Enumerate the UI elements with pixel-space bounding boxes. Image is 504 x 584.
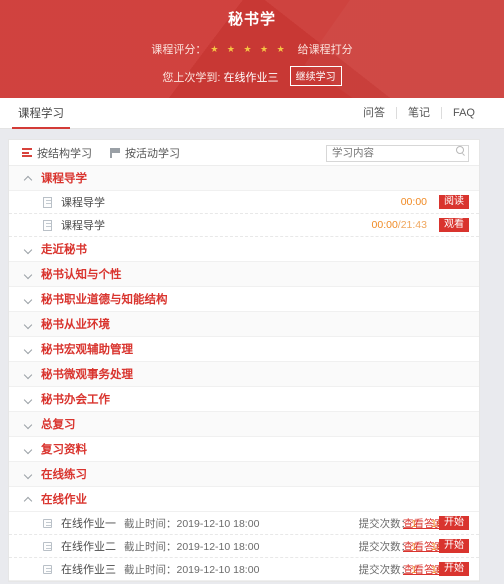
chevron-down-icon bbox=[25, 296, 32, 303]
chapter-title: 复习资料 bbox=[41, 444, 87, 456]
chapter-header-2[interactable]: 走近秘书 bbox=[9, 237, 479, 262]
chevron-down-icon bbox=[25, 396, 32, 403]
chevron-up-icon bbox=[25, 496, 32, 503]
view-by-activity-button[interactable]: 按活动学习 bbox=[110, 145, 180, 161]
homework-deadline: 截止时间：2019-12-10 18:00 bbox=[124, 563, 260, 576]
document-icon bbox=[43, 196, 52, 208]
flag-icon bbox=[110, 147, 120, 158]
item-time: 00:00/21:43 bbox=[371, 219, 427, 231]
tab-qa[interactable]: 问答 bbox=[352, 107, 396, 119]
chapter-header-8[interactable]: 秘书办会工作 bbox=[9, 387, 479, 412]
chevron-down-icon bbox=[25, 421, 32, 428]
chapter-header-9[interactable]: 总复习 bbox=[9, 412, 479, 437]
homework-name: 在线作业一 bbox=[61, 518, 116, 530]
rating-label: 课程评分： bbox=[151, 44, 207, 56]
page-body: 按结构学习 按活动学习 课程导学 课程导学 00:00 阅读 课程导学 bbox=[0, 129, 504, 584]
chevron-down-icon bbox=[25, 371, 32, 378]
chapter-header-7[interactable]: 秘书微观事务处理 bbox=[9, 362, 479, 387]
table-row[interactable]: 在线作业一 截止时间：2019-12-10 18:00 提交次数：1 100分 … bbox=[9, 512, 479, 535]
chevron-down-icon bbox=[25, 346, 32, 353]
rating-stars: ★ ★ ★ ★ ★ bbox=[210, 44, 288, 54]
chevron-down-icon bbox=[25, 471, 32, 478]
list-item[interactable]: 课程导学 00:00/21:43 观看 bbox=[9, 214, 479, 237]
homework-name: 在线作业三 bbox=[61, 564, 116, 576]
chapter-title: 秘书认知与个性 bbox=[41, 269, 122, 281]
course-title: 秘书学 bbox=[227, 11, 276, 28]
chapter-title: 走近秘书 bbox=[41, 244, 87, 256]
chapter-header-3[interactable]: 秘书认知与个性 bbox=[9, 262, 479, 287]
chapter-title: 课程导学 bbox=[41, 173, 87, 185]
tab-notes[interactable]: 笔记 bbox=[395, 107, 441, 119]
last-position-label: 您上次学到: bbox=[162, 72, 221, 84]
chapter-header-5[interactable]: 秘书从业环境 bbox=[9, 312, 479, 337]
view-by-structure-label: 按结构学习 bbox=[37, 147, 92, 160]
view-by-structure-button[interactable]: 按结构学习 bbox=[22, 145, 92, 161]
search-icon[interactable] bbox=[456, 146, 464, 155]
video-icon bbox=[43, 219, 52, 231]
search-input[interactable] bbox=[326, 144, 469, 162]
rating-row: 课程评分： ★ ★ ★ ★ ★ 给课程打分 bbox=[0, 41, 504, 57]
chapter-title: 秘书微观事务处理 bbox=[41, 369, 133, 381]
tab-bar: 课程学习 问答 笔记 FAQ bbox=[0, 98, 504, 129]
rate-course-link[interactable]: 给课程打分 bbox=[298, 44, 353, 56]
item-name: 课程导学 bbox=[61, 197, 105, 209]
start-button[interactable]: 开始 bbox=[439, 562, 469, 576]
search-container bbox=[326, 143, 469, 162]
tab-spacer bbox=[70, 98, 352, 128]
course-outline-panel: 按结构学习 按活动学习 课程导学 课程导学 00:00 阅读 课程导学 bbox=[8, 139, 480, 582]
read-button[interactable]: 阅读 bbox=[439, 195, 469, 209]
chapter-header-online-homework[interactable]: 在线作业 bbox=[9, 487, 479, 512]
watch-button[interactable]: 观看 bbox=[439, 218, 469, 232]
item-name: 课程导学 bbox=[61, 220, 105, 232]
table-row[interactable]: 在线作业三 截止时间：2019-12-10 18:00 提交次数：1 100分 … bbox=[9, 558, 479, 581]
continue-study-button[interactable]: 继续学习 bbox=[289, 66, 342, 86]
view-by-activity-label: 按活动学习 bbox=[125, 147, 180, 160]
homework-name: 在线作业二 bbox=[61, 541, 116, 553]
chapter-header-6[interactable]: 秘书宏观辅助管理 bbox=[9, 337, 479, 362]
homework-icon bbox=[43, 564, 52, 574]
homework-deadline: 截止时间：2019-12-10 18:00 bbox=[124, 517, 260, 530]
chevron-down-icon bbox=[25, 446, 32, 453]
start-button[interactable]: 开始 bbox=[439, 539, 469, 553]
start-button[interactable]: 开始 bbox=[439, 516, 469, 530]
homework-icon bbox=[43, 518, 52, 528]
item-time: 00:00 bbox=[400, 196, 427, 208]
chapter-title: 秘书办会工作 bbox=[41, 394, 110, 406]
last-position-value: 在线作业三 bbox=[223, 72, 279, 84]
list-bars-icon bbox=[22, 148, 32, 157]
chapter-header-course-intro[interactable]: 课程导学 bbox=[9, 166, 479, 191]
chapter-title: 秘书宏观辅助管理 bbox=[41, 344, 133, 356]
chapter-header-4[interactable]: 秘书职业道德与知能结构 bbox=[9, 287, 479, 312]
chapter-title: 在线练习 bbox=[41, 469, 87, 481]
tab-right-group: 问答 笔记 FAQ bbox=[352, 98, 486, 128]
list-item[interactable]: 课程导学 00:00 阅读 bbox=[9, 191, 479, 214]
chapter-header-10[interactable]: 复习资料 bbox=[9, 437, 479, 462]
chevron-up-icon bbox=[25, 175, 32, 182]
chevron-down-icon bbox=[25, 321, 32, 328]
chapter-title: 在线作业 bbox=[41, 494, 87, 506]
chapter-title: 总复习 bbox=[41, 419, 76, 431]
course-banner: 秘书学 课程评分： ★ ★ ★ ★ ★ 给课程打分 您上次学到: 在线作业三 继续学… bbox=[0, 0, 504, 98]
item-time-total: /21:43 bbox=[397, 219, 427, 231]
tab-faq[interactable]: FAQ bbox=[440, 107, 486, 119]
outline-toolbar: 按结构学习 按活动学习 bbox=[9, 140, 479, 166]
chapter-title: 秘书从业环境 bbox=[41, 319, 110, 331]
chapter-title: 秘书职业道德与知能结构 bbox=[41, 294, 168, 306]
table-row[interactable]: 在线作业二 截止时间：2019-12-10 18:00 提交次数：1 100分 … bbox=[9, 535, 479, 558]
chevron-down-icon bbox=[25, 271, 32, 278]
homework-deadline: 截止时间：2019-12-10 18:00 bbox=[124, 540, 260, 553]
homework-icon bbox=[43, 541, 52, 551]
chapter-header-11[interactable]: 在线练习 bbox=[9, 462, 479, 487]
tab-course-study[interactable]: 课程学习 bbox=[12, 98, 70, 129]
last-position-row: 您上次学到: 在线作业三 继续学习 bbox=[0, 66, 504, 86]
chevron-down-icon bbox=[25, 246, 32, 253]
